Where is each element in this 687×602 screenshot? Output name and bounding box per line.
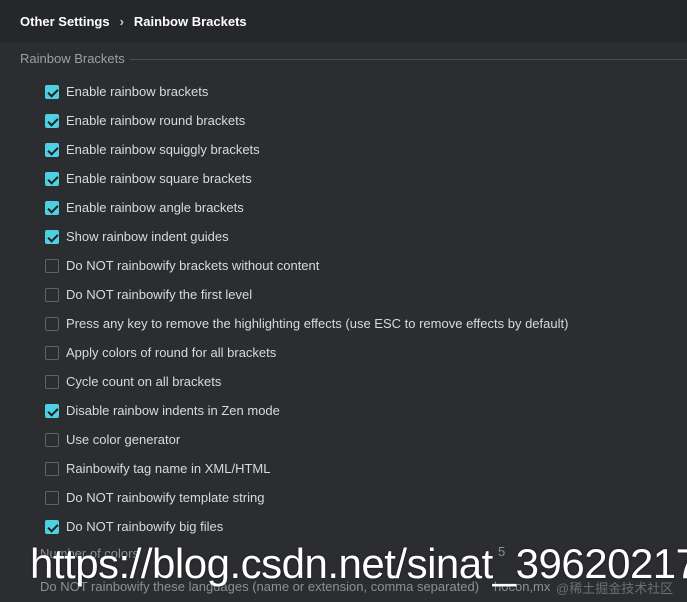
checkbox[interactable] <box>45 345 59 360</box>
option-label: Rainbowify tag name in XML/HTML <box>66 461 271 476</box>
section-divider <box>130 59 687 60</box>
option-no-rainbow-without-content[interactable]: Do NOT rainbowify brackets without conte… <box>45 251 685 280</box>
option-label: Use color generator <box>66 432 181 447</box>
option-label: Cycle count on all brackets <box>66 374 222 389</box>
checkbox[interactable] <box>45 490 59 505</box>
checkbox[interactable] <box>45 519 59 534</box>
option-label: Enable rainbow brackets <box>66 84 209 99</box>
option-show-indent-guides[interactable]: Show rainbow indent guides <box>45 222 685 251</box>
option-enable-square-brackets[interactable]: Enable rainbow square brackets <box>45 164 685 193</box>
checkbox[interactable] <box>45 403 59 418</box>
checkbox[interactable] <box>45 287 59 302</box>
option-label: Do NOT rainbowify big files <box>66 519 224 534</box>
checkbox[interactable] <box>45 84 59 99</box>
breadcrumb-parent[interactable]: Other Settings <box>20 14 110 29</box>
option-enable-squiggly-brackets[interactable]: Enable rainbow squiggly brackets <box>45 135 685 164</box>
option-label: Apply colors of round for all brackets <box>66 345 277 360</box>
option-enable-angle-brackets[interactable]: Enable rainbow angle brackets <box>45 193 685 222</box>
breadcrumb-separator: › <box>119 13 124 29</box>
option-label: Enable rainbow square brackets <box>66 171 252 186</box>
option-label: Disable rainbow indents in Zen mode <box>66 403 280 418</box>
breadcrumb: Other Settings › Rainbow Brackets <box>0 0 687 42</box>
option-label: Show rainbow indent guides <box>66 229 229 244</box>
section-title: Rainbow Brackets <box>20 51 125 66</box>
checkbox[interactable] <box>45 461 59 476</box>
option-enable-round-brackets[interactable]: Enable rainbow round brackets <box>45 106 685 135</box>
checkbox[interactable] <box>45 374 59 389</box>
option-rainbowify-tag-name[interactable]: Rainbowify tag name in XML/HTML <box>45 454 685 483</box>
option-use-color-generator[interactable]: Use color generator <box>45 425 685 454</box>
checkbox[interactable] <box>45 229 59 244</box>
option-no-rainbow-template-string[interactable]: Do NOT rainbowify template string <box>45 483 685 512</box>
option-press-key-remove-highlight[interactable]: Press any key to remove the highlighting… <box>45 309 685 338</box>
option-label: Do NOT rainbowify template string <box>66 490 265 505</box>
checkbox[interactable] <box>45 432 59 447</box>
option-cycle-count[interactable]: Cycle count on all brackets <box>45 367 685 396</box>
breadcrumb-current: Rainbow Brackets <box>133 13 247 29</box>
checkbox[interactable] <box>45 142 59 157</box>
option-label: Enable rainbow angle brackets <box>66 200 244 215</box>
option-label: Enable rainbow squiggly brackets <box>66 142 260 157</box>
checkbox[interactable] <box>45 316 59 331</box>
option-apply-round-colors[interactable]: Apply colors of round for all brackets <box>45 338 685 367</box>
option-no-rainbow-big-files[interactable]: Do NOT rainbowify big files <box>45 512 685 541</box>
watermark-small: @稀土掘金技术社区 <box>556 581 674 596</box>
checkbox[interactable] <box>45 258 59 273</box>
checkbox[interactable] <box>45 200 59 215</box>
option-disable-indents-zen[interactable]: Disable rainbow indents in Zen mode <box>45 396 685 425</box>
option-enable-rainbow-brackets[interactable]: Enable rainbow brackets <box>45 77 685 106</box>
option-no-rainbow-first-level[interactable]: Do NOT rainbowify the first level <box>45 280 685 309</box>
options-list: Enable rainbow brackets Enable rainbow r… <box>45 77 685 541</box>
checkbox[interactable] <box>45 171 59 186</box>
option-label: Do NOT rainbowify the first level <box>66 287 253 302</box>
option-label: Press any key to remove the highlighting… <box>66 316 569 331</box>
option-label: Enable rainbow round brackets <box>66 113 246 128</box>
option-label: Do NOT rainbowify brackets without conte… <box>66 258 320 273</box>
checkbox[interactable] <box>45 113 59 128</box>
